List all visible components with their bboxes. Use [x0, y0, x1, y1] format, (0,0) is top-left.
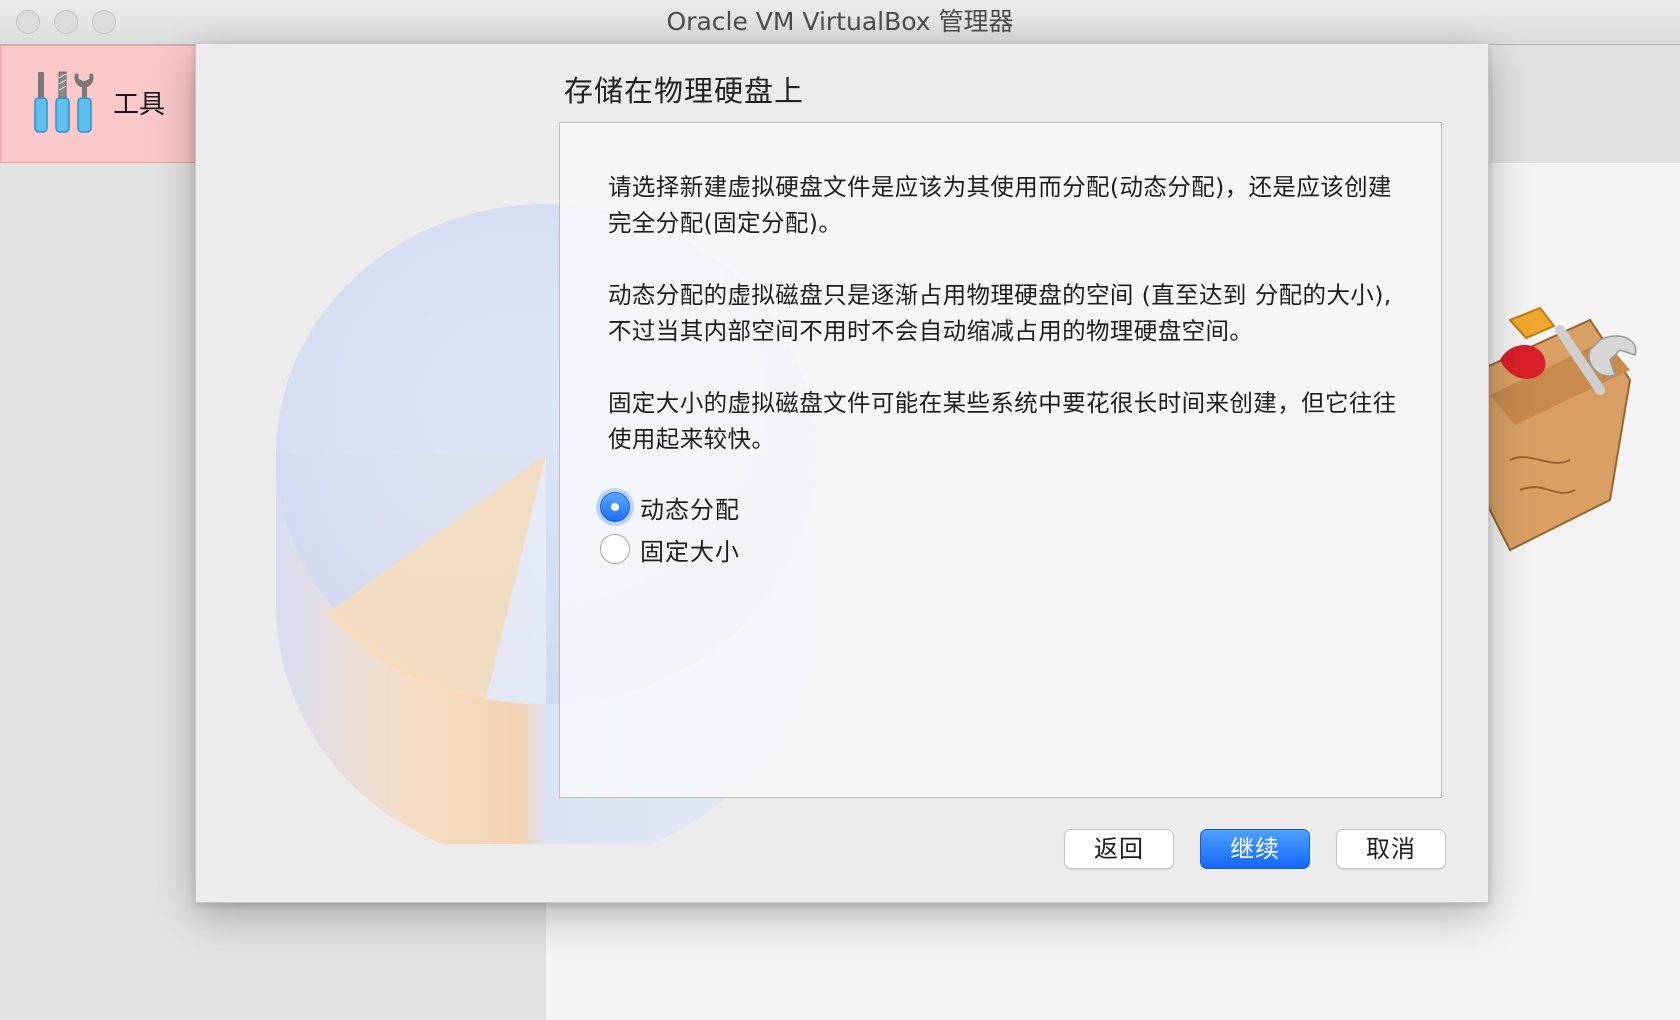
radio-button[interactable] [600, 534, 630, 564]
window-title: Oracle VM VirtualBox 管理器 [666, 7, 1014, 36]
radio-button-checked[interactable] [600, 492, 630, 522]
radio-fixed-size[interactable]: 固定大小 [600, 529, 740, 569]
radio-label: 固定大小 [640, 537, 740, 566]
sidebar-item-label: 工具 [113, 90, 166, 120]
cancel-button[interactable]: 取消 [1336, 829, 1446, 869]
sidebar-item-tools[interactable]: 工具 [0, 45, 196, 163]
content-panel: 请选择新建虚拟硬盘文件是应该为其使用而分配(动态分配)，还是应该创建完全分配(固… [559, 122, 1442, 798]
dialog-title: 存储在物理硬盘上 [564, 74, 805, 108]
description-paragraph: 固定大小的虚拟磁盘文件可能在某些系统中要花很长时间来创建，但它往往使用起来较快。 [608, 389, 1397, 453]
description-paragraph: 动态分配的虚拟磁盘只是逐渐占用物理硬盘的空间 (直至达到 分配的大小), 不过当… [608, 281, 1392, 345]
continue-button[interactable]: 继续 [1200, 829, 1310, 869]
create-disk-dialog: 存储在物理硬盘上 请选择新建虚拟硬盘文件是应该为其使用而分配(动态分配)，还是应… [195, 44, 1489, 903]
tools-icon [34, 71, 94, 133]
toolbox-icon [1479, 306, 1637, 552]
back-button[interactable]: 返回 [1064, 829, 1174, 869]
description-paragraph: 请选择新建虚拟硬盘文件是应该为其使用而分配(动态分配)，还是应该创建完全分配(固… [608, 173, 1392, 237]
title-bar: Oracle VM VirtualBox 管理器 [0, 0, 1680, 45]
radio-dynamic-allocation[interactable]: 动态分配 [600, 487, 740, 527]
radio-label: 动态分配 [640, 495, 740, 524]
